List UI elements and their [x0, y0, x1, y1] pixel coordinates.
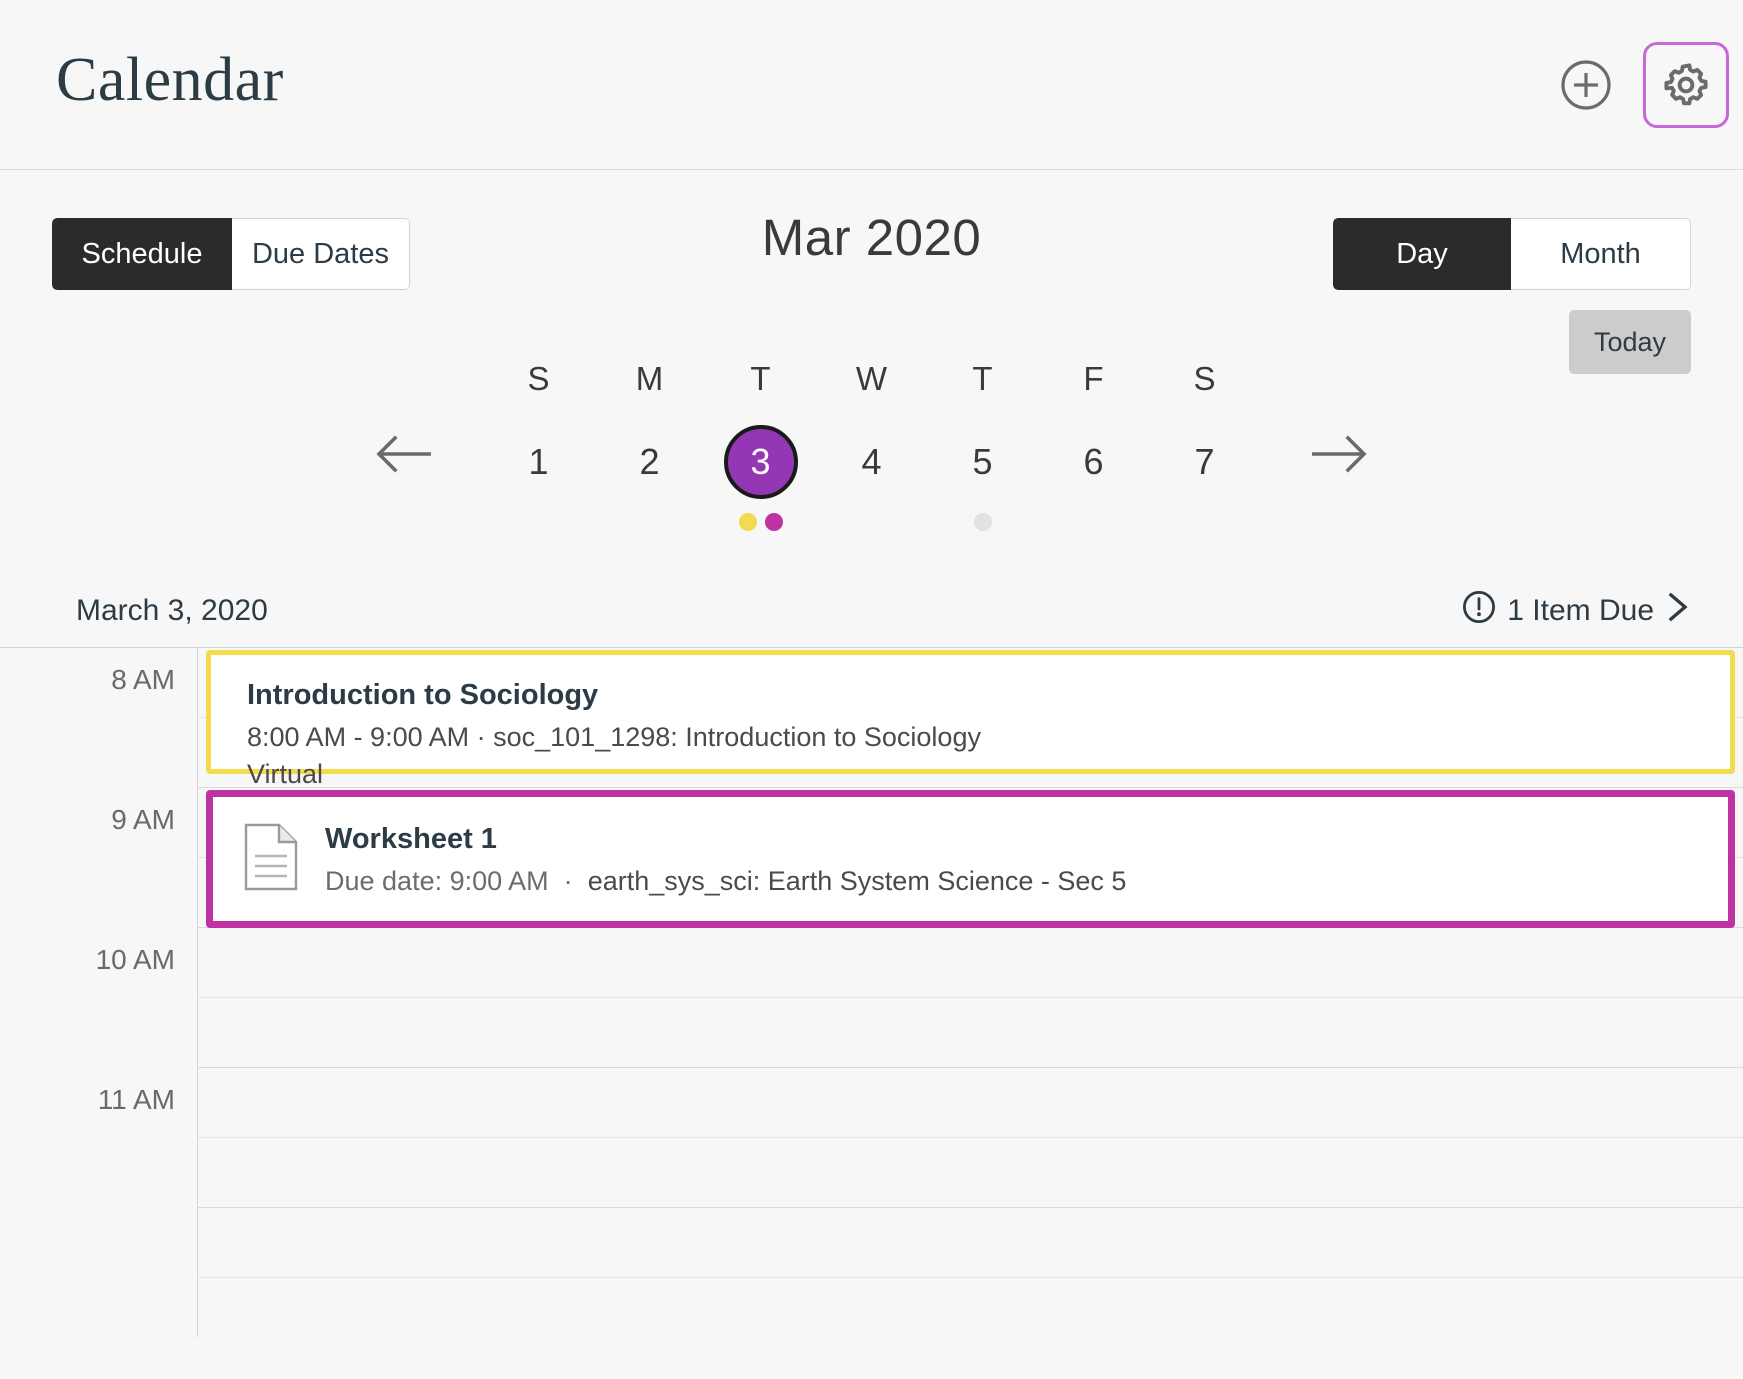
app-header: Calendar: [0, 0, 1743, 170]
day-event-dots: [738, 513, 783, 531]
week-day-7[interactable]: S7: [1149, 362, 1260, 531]
time-slot[interactable]: [198, 998, 1743, 1068]
day-number[interactable]: 5: [946, 425, 1020, 499]
event-due-date: Due date: 9:00 AM: [325, 866, 549, 897]
day-number[interactable]: 4: [835, 425, 909, 499]
event-location: Virtual: [247, 758, 324, 789]
week-day-2[interactable]: M2: [594, 362, 705, 531]
arrow-left-icon: [373, 432, 435, 479]
day-of-week-label: T: [750, 360, 771, 397]
event-dot: [764, 513, 783, 531]
gear-icon: [1661, 60, 1711, 110]
day-number[interactable]: 1: [502, 425, 576, 499]
day-number[interactable]: 7: [1168, 425, 1242, 499]
page-title: Calendar: [56, 45, 284, 114]
event-introduction-to-sociology[interactable]: Introduction to Sociology 8:00 AM - 9:00…: [206, 650, 1735, 789]
items-due-button[interactable]: 1 Item Due: [1462, 590, 1691, 632]
tab-day[interactable]: Day: [1333, 218, 1511, 290]
day-of-week-label: W: [855, 360, 888, 397]
plus-circle-icon: [1560, 59, 1612, 111]
hour-gutter: 8 AM 9 AM 10 AM 11 AM: [0, 648, 198, 1337]
week-strip: S1M2T3W4T5F6S7: [0, 350, 1743, 575]
time-slot[interactable]: [198, 1138, 1743, 1208]
week-day-6[interactable]: F6: [1038, 362, 1149, 531]
time-slot[interactable]: [198, 1278, 1743, 1337]
day-of-week-label: S: [527, 360, 550, 397]
calendar-controls: Schedule Due Dates Mar 2020 Day Month To…: [0, 170, 1743, 374]
day-of-week-label: F: [1083, 360, 1104, 397]
day-event-dots: [973, 513, 992, 531]
tab-month[interactable]: Month: [1511, 218, 1691, 290]
header-actions: [1543, 41, 1729, 128]
calendar-app: Calendar Schedule Due Dates Mar 2020 Day…: [0, 0, 1743, 1379]
day-number[interactable]: 6: [1057, 425, 1131, 499]
exclamation-circle-icon: [1462, 590, 1496, 632]
event-detail: Due date: 9:00 AM · earth_sys_sci: Earth…: [325, 863, 1126, 899]
add-event-button[interactable]: [1543, 42, 1629, 128]
week-day-3[interactable]: T3: [705, 362, 816, 531]
event-body: Worksheet 1 Due date: 9:00 AM · earth_sy…: [325, 819, 1126, 900]
day-of-week-label: S: [1193, 360, 1216, 397]
day-header: March 3, 2020 1 Item Due: [0, 575, 1743, 647]
previous-week-button[interactable]: [369, 420, 439, 490]
week-day-4[interactable]: W4: [816, 362, 927, 531]
chevron-right-icon: [1665, 590, 1691, 632]
event-detail: 8:00 AM - 9:00 AM · soc_101_1298: Introd…: [247, 722, 981, 753]
week-day-1[interactable]: S1: [483, 362, 594, 531]
event-separator: ·: [563, 866, 573, 897]
day-of-week-label: M: [635, 360, 664, 397]
next-week-button[interactable]: [1304, 420, 1374, 490]
calendar-settings-button[interactable]: [1643, 41, 1729, 128]
event-title: Worksheet 1: [325, 823, 497, 855]
arrow-right-icon: [1308, 432, 1370, 479]
document-icon: [243, 823, 299, 896]
event-dot: [973, 513, 992, 531]
day-number[interactable]: 2: [613, 425, 687, 499]
week-days: S1M2T3W4T5F6S7: [483, 362, 1260, 531]
week-day-5[interactable]: T5: [927, 362, 1038, 531]
event-worksheet-1[interactable]: Worksheet 1 Due date: 9:00 AM · earth_sy…: [206, 790, 1735, 928]
selected-date-label: March 3, 2020: [76, 594, 268, 627]
event-course: earth_sys_sci: Earth System Science - Se…: [587, 866, 1127, 897]
hour-label: 11 AM: [97, 1084, 175, 1115]
hour-label: 9 AM: [111, 804, 175, 835]
day-number[interactable]: 3: [723, 425, 798, 499]
time-slot[interactable]: [198, 1068, 1743, 1138]
hour-label: 10 AM: [95, 944, 175, 975]
event-dot: [738, 513, 757, 531]
time-slot[interactable]: [198, 928, 1743, 998]
event-title: Introduction to Sociology: [247, 679, 599, 711]
items-due-label: 1 Item Due: [1507, 594, 1654, 627]
day-of-week-label: T: [972, 360, 993, 397]
hour-label: 8 AM: [111, 664, 175, 695]
range-toggle: Day Month: [1333, 218, 1691, 290]
time-slot[interactable]: [198, 1208, 1743, 1278]
agenda-grid: 8 AM 9 AM 10 AM 11 AM Introduction to Socio…: [0, 647, 1743, 1337]
